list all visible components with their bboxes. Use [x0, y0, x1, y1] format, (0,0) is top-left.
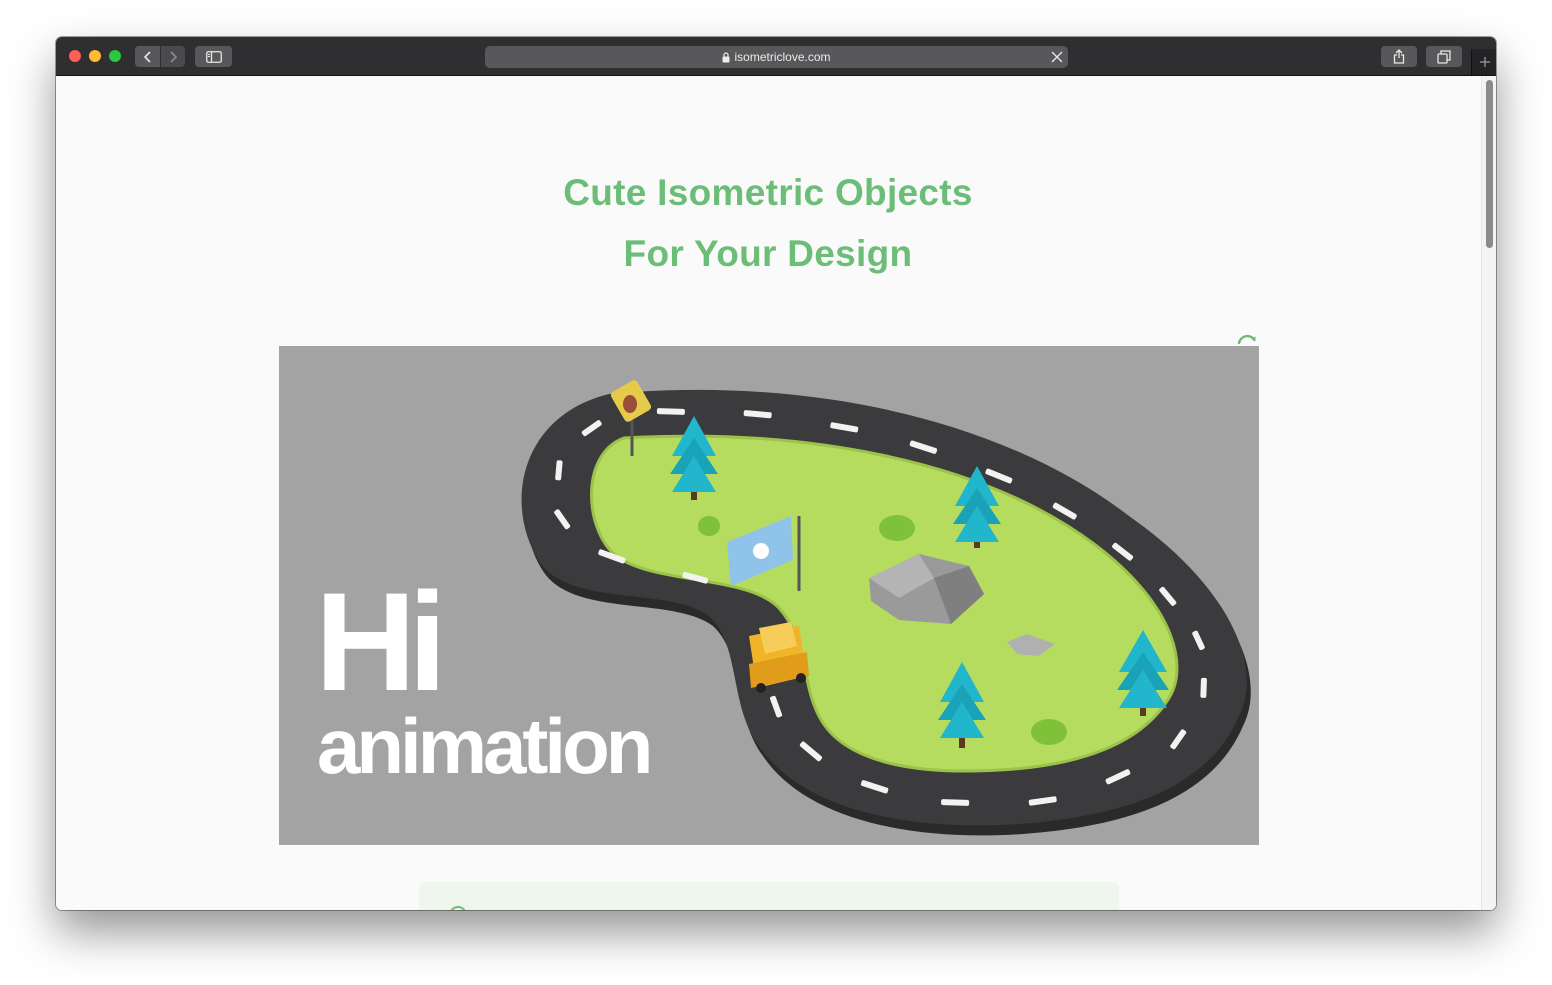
clear-url-icon[interactable]	[1051, 51, 1063, 63]
hero-big-word: Hi	[315, 563, 447, 720]
tab-overview-button[interactable]	[1426, 46, 1462, 67]
chevron-right-icon	[170, 50, 178, 63]
sidebar-icon	[205, 50, 222, 63]
tabs-icon	[1437, 49, 1451, 64]
page-title: Cute Isometric Objects For Your Design	[56, 162, 1480, 284]
page-title-line-1: Cute Isometric Objects	[563, 172, 973, 213]
chevron-left-icon	[143, 50, 151, 63]
share-icon	[1393, 49, 1405, 64]
url-text: isometriclove.com	[734, 50, 831, 64]
scrollbar-thumb[interactable]	[1486, 80, 1493, 248]
hero-sub-word: animation	[317, 702, 653, 790]
lock-icon	[722, 51, 730, 62]
new-tab-button[interactable]	[1471, 49, 1496, 75]
address-bar[interactable]: isometriclove.com	[485, 46, 1068, 68]
page-title-line-2: For Your Design	[623, 233, 913, 274]
sidebar-toggle-button[interactable]	[195, 46, 232, 67]
scrollbar-track[interactable]	[1481, 76, 1496, 910]
minimize-window-button[interactable]	[89, 50, 101, 62]
browser-toolbar: isometriclove.com	[56, 37, 1496, 76]
search-icon	[449, 906, 467, 910]
back-button[interactable]	[135, 46, 160, 67]
share-button[interactable]	[1381, 46, 1417, 67]
hero-illustration: Hi animation	[279, 346, 1259, 845]
browser-window: isometriclove.com Cute Isometric Objects…	[56, 37, 1496, 910]
info-panel	[419, 882, 1119, 910]
forward-button[interactable]	[161, 46, 185, 67]
plus-icon	[1479, 57, 1490, 67]
zoom-window-button[interactable]	[109, 50, 121, 62]
page-viewport: Cute Isometric Objects For Your Design H…	[56, 76, 1496, 910]
close-window-button[interactable]	[69, 50, 81, 62]
